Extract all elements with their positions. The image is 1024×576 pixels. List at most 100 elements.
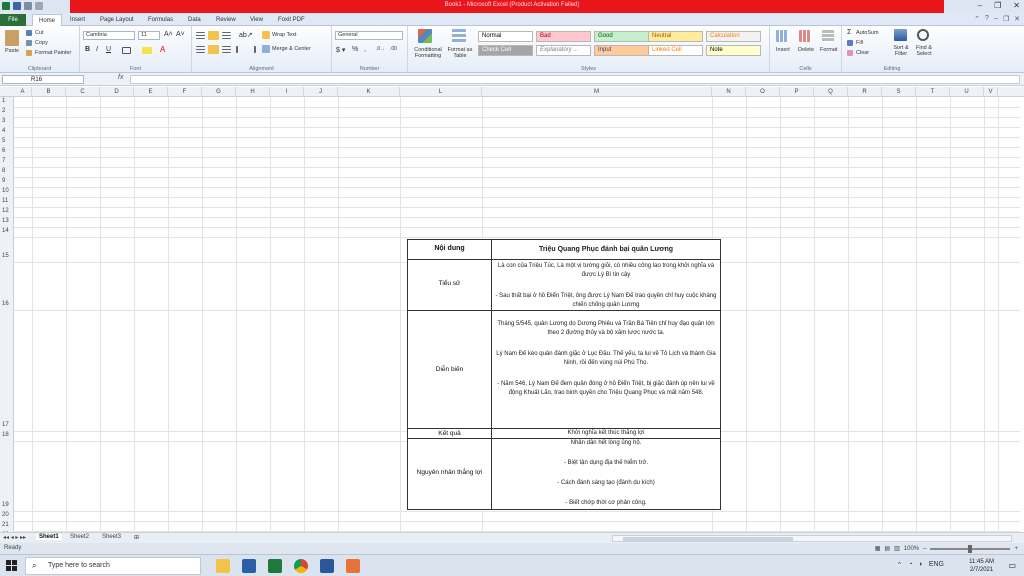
- view-break-icon[interactable]: ▥: [894, 545, 900, 552]
- insert-sheet-icon[interactable]: ⊞: [134, 534, 139, 541]
- shrink-font-icon[interactable]: A˅: [176, 31, 185, 38]
- label-tieu-su[interactable]: Tiểu sử: [408, 280, 491, 287]
- help-icon[interactable]: ?: [985, 15, 989, 23]
- sort-filter-button[interactable]: Sort & Filter: [890, 45, 912, 57]
- style-calculation[interactable]: Calculation: [706, 31, 761, 42]
- column-header[interactable]: J: [304, 87, 338, 97]
- tab-data[interactable]: Data: [188, 14, 201, 26]
- workbook-close-icon[interactable]: ✕: [1014, 15, 1020, 23]
- workbook-minimize-icon[interactable]: –: [994, 15, 998, 23]
- format-as-table-button[interactable]: Format as Table: [446, 47, 474, 59]
- wrap-text-button[interactable]: Wrap Text: [272, 32, 297, 38]
- column-header[interactable]: N: [712, 87, 746, 97]
- ket-qua-value[interactable]: Khởi nghĩa kết thúc thắng lợi: [492, 429, 720, 438]
- row-header[interactable]: 18: [0, 432, 14, 438]
- row-header[interactable]: 4: [0, 128, 14, 134]
- style-note[interactable]: Note: [706, 45, 761, 56]
- column-header[interactable]: B: [32, 87, 66, 97]
- minimize-icon[interactable]: –: [978, 1, 982, 10]
- align-right-icon[interactable]: [222, 46, 231, 53]
- column-header[interactable]: R: [848, 87, 882, 97]
- font-size-select[interactable]: 11: [138, 31, 160, 40]
- nguyen-nhan-3[interactable]: - Cách đánh sáng tạo (đánh du kích): [492, 479, 720, 488]
- worksheet-grid[interactable]: Nội dung Triệu Quang Phục đánh bại quân …: [14, 97, 1020, 542]
- view-normal-icon[interactable]: ▦: [875, 545, 881, 552]
- italic-icon[interactable]: I: [96, 46, 98, 53]
- clear-button[interactable]: Clear: [856, 50, 869, 56]
- paste-icon[interactable]: [5, 30, 19, 46]
- notifications-icon[interactable]: ▭: [1008, 561, 1016, 570]
- delete-cells-button[interactable]: Delete: [798, 47, 814, 53]
- row-header[interactable]: 14: [0, 228, 14, 234]
- chrome-icon[interactable]: [294, 559, 308, 573]
- network-icon[interactable]: ◔: [908, 561, 912, 569]
- clock[interactable]: 11:45 AM 2/7/2021: [969, 558, 994, 574]
- tab-home[interactable]: Home: [32, 14, 63, 26]
- tieu-su-text-2[interactable]: - Sau thất bại ở hồ Điển Triệt, ông được…: [492, 292, 720, 310]
- column-header[interactable]: G: [202, 87, 236, 97]
- zoom-slider-knob[interactable]: [968, 544, 973, 553]
- increase-decimal-icon[interactable]: .0→: [376, 46, 385, 52]
- column-header[interactable]: Q: [814, 87, 848, 97]
- close-icon[interactable]: ✕: [1013, 1, 1020, 10]
- align-top-icon[interactable]: [196, 32, 205, 39]
- tab-review[interactable]: Review: [216, 14, 236, 26]
- column-header[interactable]: V: [984, 87, 998, 97]
- row-header[interactable]: 2: [0, 108, 14, 114]
- conditional-formatting-button[interactable]: Conditional Formatting: [410, 47, 446, 59]
- format-cells-button[interactable]: Format: [820, 47, 837, 53]
- copy-button[interactable]: Copy: [35, 40, 48, 46]
- excel-taskbar-icon[interactable]: [268, 559, 282, 573]
- insert-function-icon[interactable]: fx: [118, 74, 123, 81]
- font-color-icon[interactable]: A: [160, 45, 165, 54]
- taskbar-search-input[interactable]: Type here to search: [25, 557, 201, 575]
- row-header[interactable]: 3: [0, 118, 14, 124]
- column-header[interactable]: F: [168, 87, 202, 97]
- style-linked-cell[interactable]: Linked Cell: [648, 45, 703, 56]
- format-painter-button[interactable]: Format Painter: [35, 50, 71, 56]
- label-ket-qua[interactable]: Kết quả: [408, 430, 491, 437]
- zoom-level[interactable]: 100%: [904, 546, 919, 552]
- tab-view[interactable]: View: [250, 14, 263, 26]
- autosum-button[interactable]: AutoSum: [856, 30, 879, 36]
- row-header[interactable]: 9: [0, 178, 14, 184]
- column-header[interactable]: S: [882, 87, 916, 97]
- row-header[interactable]: 1: [0, 98, 14, 104]
- mail-icon[interactable]: [242, 559, 256, 573]
- tab-file[interactable]: File: [0, 14, 26, 26]
- orientation-icon[interactable]: ab↗: [239, 31, 253, 39]
- nguyen-nhan-2[interactable]: - Biệt tận dụng địa thế hiểm trở.: [492, 459, 720, 468]
- align-middle-icon[interactable]: [208, 31, 219, 40]
- cut-button[interactable]: Cut: [35, 30, 44, 36]
- tieu-su-text-1[interactable]: Là con của Triệu Túc, Là một vị tướng gi…: [492, 262, 720, 280]
- name-box[interactable]: R16: [2, 75, 84, 84]
- column-header[interactable]: H: [236, 87, 270, 97]
- row-header[interactable]: 19: [0, 502, 14, 508]
- tab-formulas[interactable]: Formulas: [148, 14, 173, 26]
- windows-start-icon[interactable]: [6, 560, 17, 571]
- column-header[interactable]: D: [100, 87, 134, 97]
- align-bottom-icon[interactable]: [222, 32, 231, 39]
- style-normal[interactable]: Normal: [478, 31, 533, 42]
- grow-font-icon[interactable]: A˄: [164, 31, 173, 38]
- volume-icon[interactable]: ◗: [919, 561, 923, 569]
- row-header[interactable]: 12: [0, 208, 14, 214]
- sheet-tab-3[interactable]: Sheet3: [102, 534, 121, 540]
- tab-insert[interactable]: Insert: [70, 14, 85, 26]
- dien-bien-text-3[interactable]: - Năm 546, Lý Nam Đế đem quân đóng ở hồ …: [492, 380, 720, 398]
- currency-icon[interactable]: $ ▾: [336, 46, 345, 54]
- header-noi-dung[interactable]: Nội dung: [408, 245, 491, 252]
- word-icon[interactable]: [320, 559, 334, 573]
- input-language[interactable]: ENG: [929, 561, 944, 569]
- horizontal-scrollbar[interactable]: [612, 535, 1012, 542]
- comma-icon[interactable]: ,: [364, 46, 366, 53]
- align-center-icon[interactable]: [208, 45, 219, 54]
- column-header[interactable]: L: [400, 87, 482, 97]
- fill-color-icon[interactable]: [142, 47, 152, 54]
- label-dien-bien[interactable]: Diễn biến: [408, 366, 491, 373]
- align-left-icon[interactable]: [196, 46, 205, 53]
- zoom-slider[interactable]: [930, 544, 1011, 553]
- row-header[interactable]: 11: [0, 198, 14, 204]
- style-good[interactable]: Good: [594, 31, 649, 42]
- dien-bien-text-2[interactable]: Lý Nam Đế kéo quân đánh giặc ở Lục Đầu. …: [492, 350, 720, 368]
